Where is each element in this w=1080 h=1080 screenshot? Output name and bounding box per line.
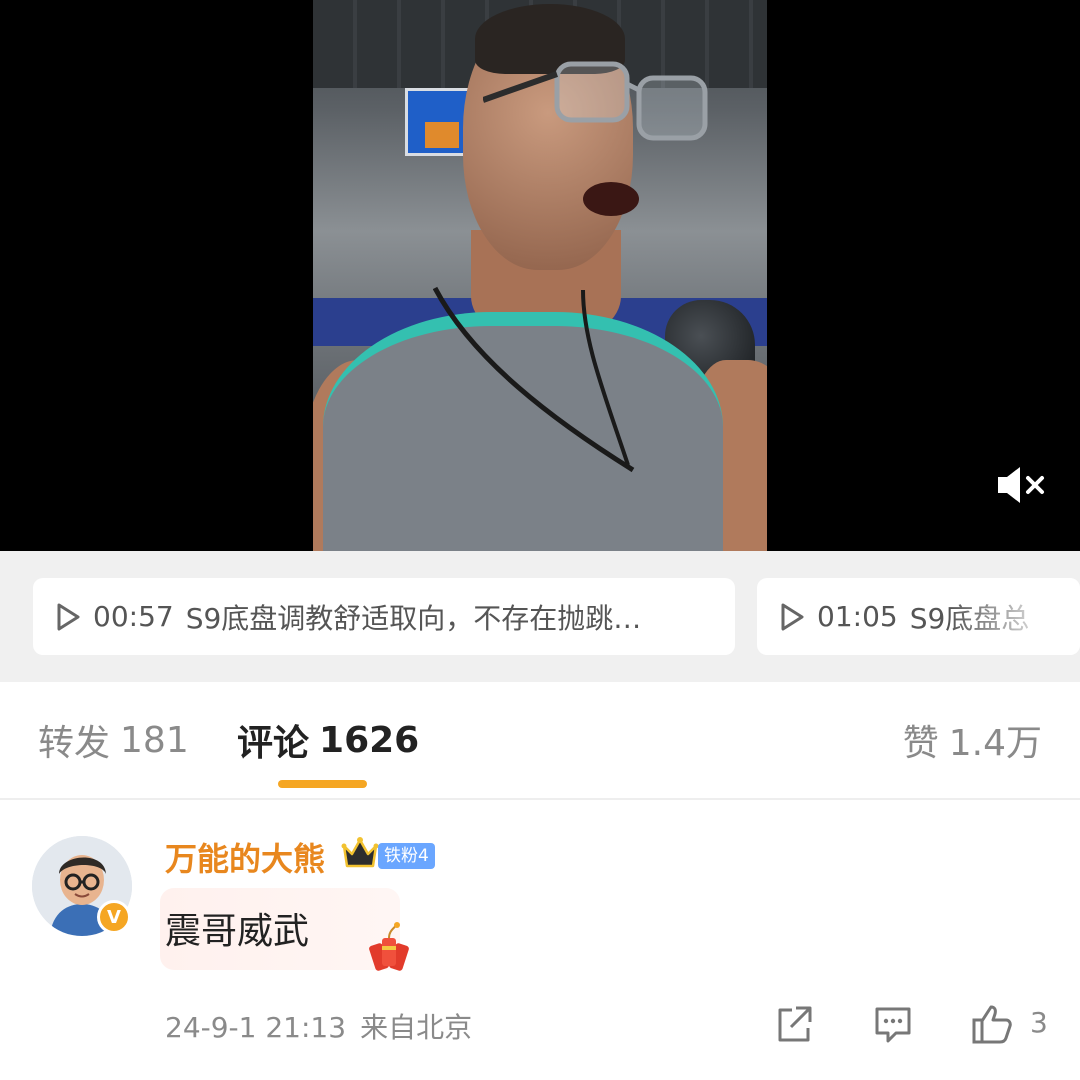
person-mouth (583, 182, 639, 216)
tab-like-label: 赞 (902, 723, 939, 764)
tab-repost[interactable]: 转发 181 (38, 682, 189, 798)
divider (0, 798, 1080, 800)
firecracker-icon (369, 922, 409, 971)
tab-repost-count: 181 (120, 719, 189, 761)
thumbs-up-icon[interactable] (970, 1002, 1014, 1046)
tab-repost-label: 转发 (38, 723, 111, 764)
comment-meta: 24-9-1 21:13 来自北京 (165, 1006, 472, 1046)
tab-comment-label: 评论 (237, 723, 310, 764)
crown-icon (341, 837, 379, 868)
speaker-muted-icon[interactable] (994, 463, 1050, 507)
reply-icon[interactable] (872, 1002, 914, 1046)
fan-level-badge: 铁粉4 (378, 843, 435, 869)
tab-like[interactable]: 赞 1.4万 (903, 682, 1042, 798)
tab-like-count: 1.4万 (948, 723, 1042, 764)
tab-comment-count: 1626 (319, 719, 420, 761)
necklace-cord (433, 286, 635, 473)
video-player[interactable] (0, 0, 1080, 551)
interaction-tabs: 转发 181 评论 1626 赞 1.4万 (0, 682, 1080, 798)
chapter-title: S9底盘调教舒适取向，不存在抛跳… (185, 601, 642, 635)
comment-date: 24-9-1 21:13 (165, 1011, 347, 1044)
verified-badge: V (97, 900, 131, 934)
comment-text: 震哥威武 (165, 911, 310, 952)
video-frame (313, 0, 767, 551)
play-icon (57, 603, 80, 630)
parking-sign-panel (425, 122, 459, 148)
comment-like-count: 3 (1030, 1006, 1048, 1039)
comment-username[interactable]: 万能的大熊 (165, 834, 325, 880)
active-tab-indicator (278, 780, 367, 788)
chapter-item[interactable]: 00:57 S9底盘调教舒适取向，不存在抛跳… (33, 578, 735, 655)
chapter-title: S9底盘总 (909, 601, 1030, 635)
comment-location: 来自北京 (360, 1011, 473, 1044)
eyeglasses (483, 61, 708, 141)
chapter-strip: 00:57 S9底盘调教舒适取向，不存在抛跳… 01:05 S9底盘总 (0, 551, 1080, 682)
play-icon (781, 603, 804, 630)
chapter-time: 01:05 (817, 600, 898, 633)
chapter-time: 00:57 (93, 600, 174, 633)
chapter-item[interactable]: 01:05 S9底盘总 (757, 578, 1080, 655)
share-icon[interactable] (774, 1002, 814, 1046)
